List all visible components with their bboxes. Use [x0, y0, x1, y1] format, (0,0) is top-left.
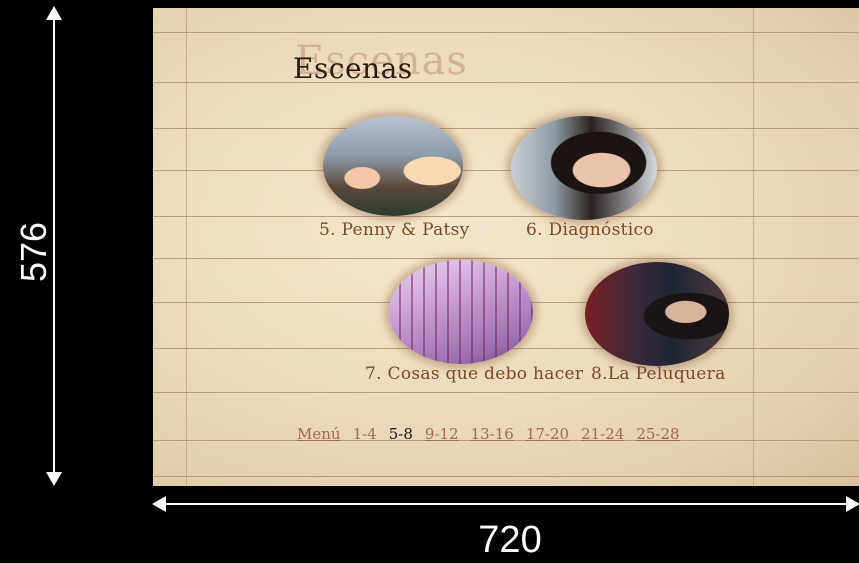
scene-7-thumbnail[interactable]: [389, 260, 533, 364]
arrow-right-icon: [846, 496, 859, 512]
scene-8-thumbnail[interactable]: [585, 262, 729, 366]
margin-line: [186, 8, 187, 486]
arrow-up-icon: [46, 6, 62, 20]
scene-5-thumbnail[interactable]: [323, 116, 463, 216]
scene-6-thumbnail[interactable]: [511, 116, 657, 220]
scene-5-link[interactable]: 5. Penny & Patsy: [319, 220, 470, 240]
width-label: 720: [478, 519, 542, 561]
ruled-line: [153, 216, 859, 217]
ruled-line: [153, 170, 859, 171]
page-link-25-28[interactable]: 25-28: [636, 425, 679, 443]
height-label: 576: [13, 221, 54, 282]
page-link-13-16[interactable]: 13-16: [471, 425, 514, 443]
ruled-line: [153, 258, 859, 259]
ruled-line: [153, 476, 859, 477]
scene-8-link[interactable]: 8.La Peluquera: [591, 364, 726, 384]
ruled-line: [153, 32, 859, 33]
page-link-1-4[interactable]: 1-4: [353, 425, 377, 443]
ruled-line: [153, 128, 859, 129]
scene-7-link[interactable]: 7. Cosas que debo hacer: [365, 364, 583, 384]
menu-link[interactable]: Menú: [297, 425, 341, 443]
arrow-left-icon: [152, 496, 166, 512]
ruled-line: [153, 82, 859, 83]
arrow-down-icon: [46, 472, 62, 486]
page-link-21-24[interactable]: 21-24: [581, 425, 624, 443]
ruled-line: [153, 392, 859, 393]
scene-page-navigation: Menú 1-4 5-8 9-12 13-16 17-20 21-24 25-2…: [297, 425, 680, 443]
page-link-17-20[interactable]: 17-20: [526, 425, 569, 443]
margin-line: [753, 8, 754, 486]
width-dimension-line: [164, 503, 854, 505]
page-link-9-12[interactable]: 9-12: [425, 425, 459, 443]
dvd-menu-screen: Escenas Escenas 5. Penny & Patsy 6. Diag…: [153, 8, 859, 486]
page-title: Escenas: [293, 52, 413, 85]
page-link-5-8-current[interactable]: 5-8: [389, 425, 413, 443]
scene-6-link[interactable]: 6. Diagnóstico: [526, 220, 654, 240]
